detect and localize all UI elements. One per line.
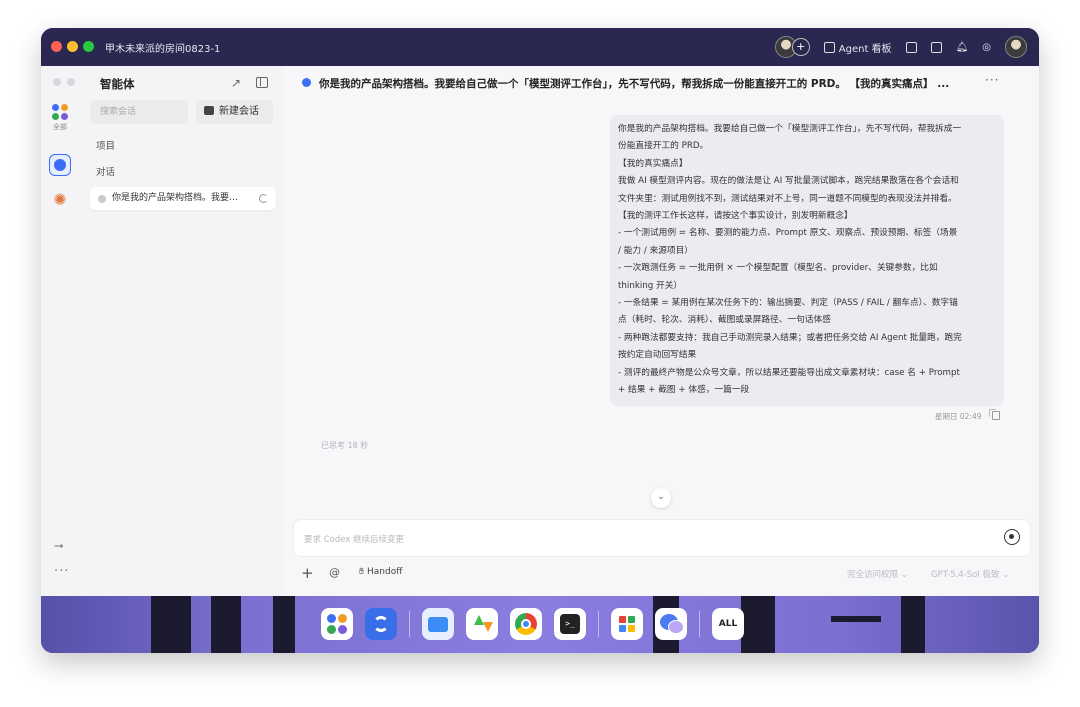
message-line: 按约定自动回写结果: [618, 350, 697, 361]
agent-rail: 全部 ✺ ⭢ ···: [41, 66, 89, 596]
scroll-down-button[interactable]: ⌄: [651, 488, 671, 508]
add-attachment-icon[interactable]: +: [301, 564, 314, 582]
message-line: - 一次跑测任务 = 一批用例 × 一个模型配置（模型名、provider、关键…: [618, 263, 938, 274]
dock-finder-icon[interactable]: [422, 608, 454, 640]
message-line: - 两种跑法都要支持：我自己手动测完录入结果；或者把任务交给 AI Agent …: [618, 332, 962, 343]
message-line: 点（耗时、轮次、消耗）、截图或录屏路径、一句话体感: [618, 315, 831, 326]
message-timestamp: 星期日 02:49: [935, 412, 982, 421]
dock-separator: [598, 611, 599, 637]
more-icon[interactable]: ···: [54, 564, 69, 579]
add-collaborator-icon[interactable]: +: [791, 38, 810, 56]
dock-flow-app-icon[interactable]: [365, 608, 397, 640]
board-icon: [823, 41, 835, 53]
message-line: 你是我的产品架构搭档。我要给自己做一个「模型测评工作台」，先不写代码，帮我拆成一: [618, 124, 962, 134]
chat-header: 你是我的产品架构搭档。我要给自己做一个「模型测评工作台」，先不写代码，帮我拆成一…: [285, 66, 1039, 98]
message-line: - 一个测试用例 = 名称、要测的能力点、Prompt 原文、观察点、预设预期、…: [618, 228, 958, 239]
message-line: 【我的真实痛点】: [618, 158, 688, 169]
sidebar-toggle-icon[interactable]: [256, 77, 268, 88]
search-input[interactable]: 搜索会话: [90, 100, 188, 124]
handoff-button[interactable]: ✋︎ Handoff: [359, 567, 402, 577]
section-projects[interactable]: 项目: [96, 138, 115, 152]
message-line: 【我的测评工作长这样，请按这个事实设计，别发明新概念】: [618, 211, 853, 222]
message-line: 我做 AI 模型测评内容。现在的做法是让 AI 写批量测试脚本，跑完结果散落在各…: [618, 176, 959, 187]
user-avatar[interactable]: [1005, 36, 1027, 58]
codex-icon: [302, 78, 311, 87]
chevron-down-icon: ⌄: [900, 570, 908, 580]
chat-panel: 你是我的产品架构搭档。我要给自己做一个「模型测评工作台」，先不写代码，帮我拆成一…: [285, 66, 1039, 596]
bookmark-icon[interactable]: [905, 41, 917, 53]
dock-agents-app-icon[interactable]: [321, 608, 353, 640]
handoff-label: Handoff: [367, 567, 403, 577]
dock-separator: [409, 611, 410, 637]
message-line: - 测评的最终产物是公众号文章，所以结果还要能导出成文章素材块：case 名 +…: [618, 367, 960, 378]
apps-icon: [52, 104, 68, 120]
conversation-status-dot: [98, 195, 106, 203]
agent-board-label: Agent 看板: [838, 43, 892, 55]
prompt-input[interactable]: 要求 Codex 继续后续变更: [293, 519, 1031, 557]
rail-all-label: 全部: [53, 123, 67, 131]
rail-item-claude[interactable]: ✺: [49, 190, 71, 209]
permission-label: 完全访问权限: [847, 570, 899, 580]
prompt-placeholder: 要求 Codex 继续后续变更: [304, 535, 405, 545]
claude-icon: ✺: [53, 190, 67, 209]
close-window-button[interactable]: [51, 41, 62, 52]
conversation-sidebar: 智能体 ↗ 搜索会话 新建会话 项目 对话 你是我的产品架构搭档。我要…: [79, 66, 286, 596]
thinking-status[interactable]: 已思考 18 秒: [321, 440, 368, 451]
section-conversations[interactable]: 对话: [96, 164, 115, 178]
message-line: 文件夹里：测试用例找不到，测试结果对不上号，同一道题不同模型的表现没法并排看。: [618, 193, 957, 204]
app-window: 甲木未来派的房间0823-1 + Agent 看板 🔔︎ ◎ 全部 ✺ ⭢ ··…: [41, 28, 1039, 653]
codex-icon: [54, 159, 66, 171]
zoom-window-button[interactable]: [83, 41, 94, 52]
dock-separator: [699, 611, 700, 637]
room-title: 甲木未来派的房间0823-1: [105, 44, 221, 55]
agent-board-button[interactable]: Agent 看板: [823, 40, 892, 55]
new-chat-label: 新建会话: [219, 106, 259, 117]
dock-terminal-icon[interactable]: [554, 608, 586, 640]
message-line: - 一条结果 = 某用例在某次任务下的：输出摘要、判定（PASS / FAIL …: [618, 298, 958, 309]
app-content: 全部 ✺ ⭢ ··· 智能体 ↗ 搜索会话 新建会话 项目 对话 你是我的产品架…: [41, 66, 1039, 596]
message-line: / 能力 / 来源项目）: [618, 245, 693, 256]
chat-title: 你是我的产品架构搭档。我要给自己做一个「模型测评工作台」，先不写代码，帮我拆成一…: [319, 78, 950, 90]
sidebar-title: 智能体: [100, 77, 135, 91]
user-message: 你是我的产品架构搭档。我要给自己做一个「模型测评工作台」，先不写代码，帮我拆成一…: [610, 115, 1004, 406]
share-icon[interactable]: ⭢: [54, 538, 64, 553]
loading-spinner-icon: [259, 194, 268, 203]
dock: ALL: [321, 603, 744, 645]
dock-chrome-icon[interactable]: [510, 608, 542, 640]
model-select[interactable]: GPT-5.4-Sol 极致 ⌄: [931, 568, 1009, 580]
rail-item-all[interactable]: 全部: [49, 104, 71, 132]
copy-icon[interactable]: [989, 409, 1000, 420]
conversation-item[interactable]: 你是我的产品架构搭档。我要…: [90, 187, 276, 210]
minimize-window-button[interactable]: [67, 41, 78, 52]
panel-icon[interactable]: [930, 41, 942, 53]
permission-select[interactable]: 完全访问权限 ⌄: [847, 568, 908, 580]
chevrons-down-icon: ⌄: [657, 492, 665, 502]
bell-icon[interactable]: 🔔︎: [956, 42, 969, 53]
hand-icon: ✋︎: [359, 567, 365, 577]
new-chat-button[interactable]: 新建会话: [196, 100, 273, 124]
external-link-icon[interactable]: ↗: [231, 76, 241, 90]
collaborators[interactable]: +: [774, 36, 810, 58]
title-bar: 甲木未来派的房间0823-1 + Agent 看板 🔔︎ ◎: [41, 28, 1039, 66]
dock-windows-app-icon[interactable]: [611, 608, 643, 640]
voice-icon[interactable]: [1004, 529, 1020, 545]
model-label: GPT-5.4-Sol 极致: [931, 570, 1000, 580]
input-toolbar: + @ ✋︎ Handoff 完全访问权限 ⌄ GPT-5.4-Sol 极致 ⌄: [285, 562, 1039, 590]
settings-icon[interactable]: ◎: [982, 42, 991, 53]
message-line: thinking 开关）: [618, 280, 683, 291]
mention-icon[interactable]: @: [329, 566, 340, 579]
more-options-icon[interactable]: ···: [985, 73, 999, 87]
conversation-title: 你是我的产品架构搭档。我要…: [112, 193, 239, 203]
dock-all-button[interactable]: ALL: [712, 608, 744, 640]
message-line: + 结果 + 截图 + 体感，一篇一段: [618, 385, 750, 396]
dock-chat-app-icon[interactable]: [655, 608, 687, 640]
rail-item-codex[interactable]: [49, 154, 71, 176]
new-chat-icon: [204, 106, 214, 115]
message-line: 份能直接开工的 PRD。: [618, 141, 709, 152]
dock-transfer-app-icon[interactable]: [466, 608, 498, 640]
chevron-down-icon: ⌄: [1002, 570, 1010, 580]
